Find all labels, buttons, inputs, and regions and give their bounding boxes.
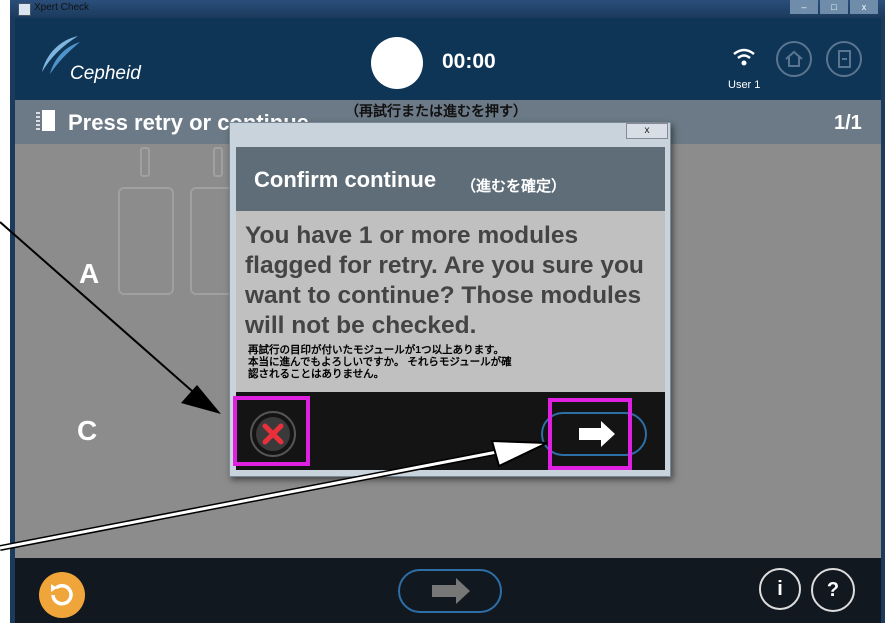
home-button[interactable] — [776, 41, 812, 77]
close-window-button[interactable]: x — [850, 0, 878, 14]
info-button[interactable]: i — [759, 568, 801, 610]
help-button[interactable]: ? — [811, 568, 855, 612]
module-slot-top — [213, 147, 223, 177]
dialog-message-annotation: 再試行の目印が付いたモジュールが1つ以上あります。 本当に進んでもよろしいですか… — [248, 344, 512, 380]
dialog-title-annotation: （進むを確定） — [461, 178, 567, 195]
module-slot-a1[interactable] — [118, 187, 174, 295]
home-icon — [785, 50, 803, 67]
timer-text: 00:00 — [442, 50, 496, 73]
logo-text: Cepheid — [70, 63, 141, 84]
instruction-annotation: （再試行または進むを押す） — [345, 103, 527, 119]
exit-door-icon — [838, 50, 851, 68]
window-titlebar[interactable] — [10, 0, 885, 18]
footer-next-button[interactable] — [398, 569, 502, 613]
continue-highlight-box — [548, 398, 632, 470]
timer-indicator — [371, 37, 423, 89]
cancel-highlight-box — [233, 396, 310, 466]
exit-button[interactable] — [826, 41, 862, 77]
user-label: User 1 — [728, 79, 761, 91]
maximize-button[interactable]: □ — [820, 0, 848, 14]
refresh-icon — [51, 583, 73, 606]
cartridge-icon — [36, 110, 55, 131]
module-slot-top — [140, 147, 150, 177]
row-label-c: C — [77, 415, 98, 446]
page-indicator: 1/1 — [834, 112, 862, 134]
window-controls: – □ x — [790, 0, 880, 14]
dialog-title: Confirm continue — [254, 167, 437, 192]
window-title: Xpert Check — [34, 2, 90, 13]
refresh-button[interactable] — [39, 572, 85, 618]
dialog-close-button[interactable]: x — [626, 123, 668, 139]
row-label-a: A — [79, 258, 100, 289]
arrow-right-icon — [432, 578, 470, 604]
minimize-button[interactable]: – — [790, 0, 818, 14]
wifi-icon — [733, 48, 755, 66]
dialog-message: You have 1 or more modules flagged for r… — [245, 222, 644, 339]
app-icon — [18, 3, 31, 16]
